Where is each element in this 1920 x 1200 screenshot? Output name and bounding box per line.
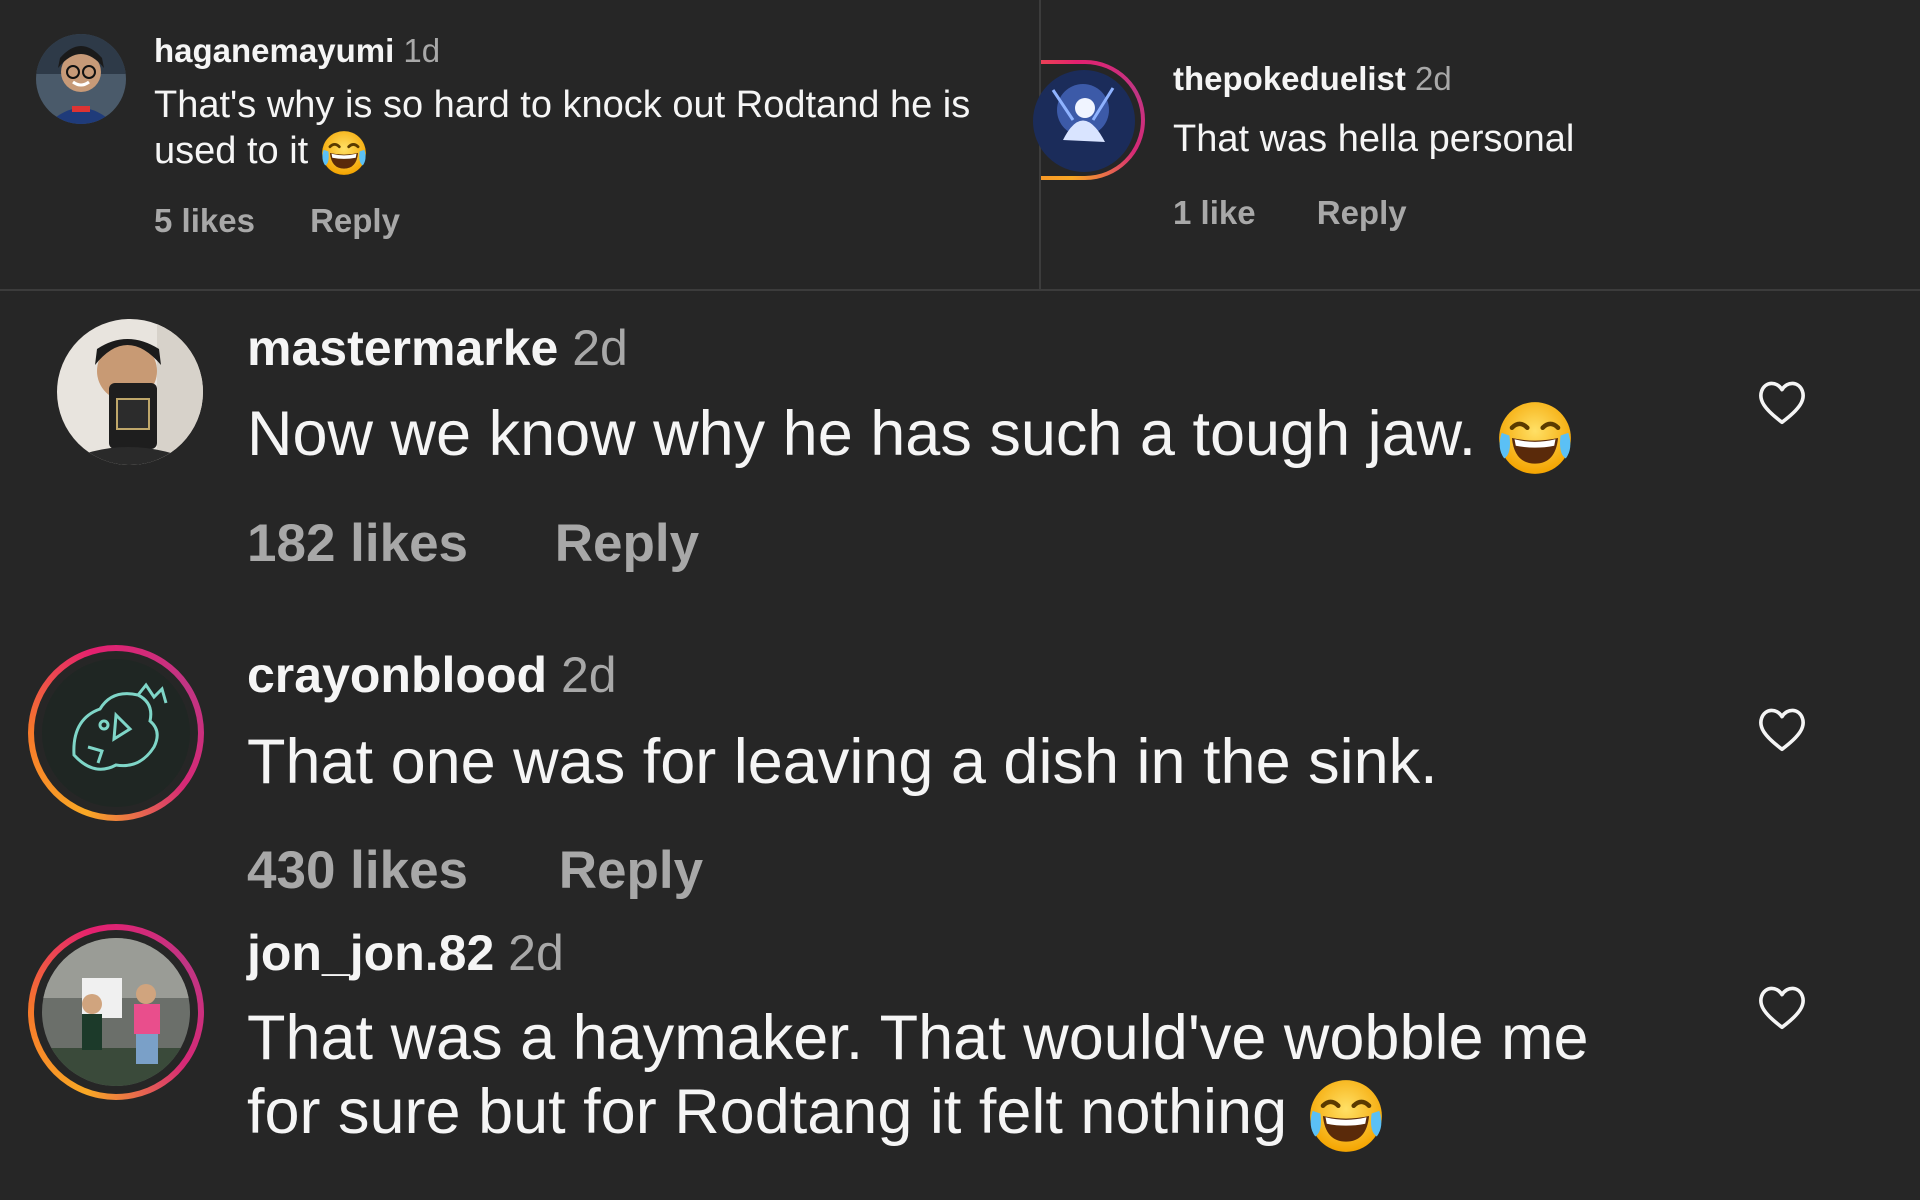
laughing-emoji-icon bbox=[319, 128, 369, 178]
comment-actions: 182 likes Reply bbox=[247, 513, 699, 574]
reply-button[interactable]: Reply bbox=[555, 513, 699, 574]
comment-text: That was a haymaker. That would've wobbl… bbox=[247, 1001, 1647, 1157]
comment-actions: 1 like Reply bbox=[1173, 194, 1407, 232]
heart-icon[interactable] bbox=[1755, 980, 1809, 1034]
comment-username[interactable]: haganemayumi 1d bbox=[154, 32, 440, 70]
comment-text: Now we know why he has such a tough jaw. bbox=[247, 397, 1697, 479]
laughing-emoji-icon bbox=[1494, 397, 1576, 479]
comment-time: 2d bbox=[1415, 60, 1452, 97]
reply-button[interactable]: Reply bbox=[310, 202, 400, 240]
comment-username[interactable]: crayonblood 2d bbox=[247, 646, 617, 704]
comment-card-haganemayumi: haganemayumi 1d That's why is so hard to… bbox=[0, 0, 1039, 289]
comment-time: 2d bbox=[560, 647, 617, 703]
comment-card-thepokeduelist: thepokeduelist 2d That was hella persona… bbox=[1033, 0, 1920, 289]
avatar[interactable] bbox=[42, 938, 190, 1086]
avatar[interactable] bbox=[57, 319, 203, 465]
avatar[interactable] bbox=[36, 34, 126, 124]
likes-count[interactable]: 1 like bbox=[1173, 194, 1256, 232]
likes-count[interactable]: 430 likes bbox=[247, 840, 468, 901]
avatar[interactable] bbox=[1033, 70, 1135, 172]
comment-text: That one was for leaving a dish in the s… bbox=[247, 727, 1438, 797]
heart-icon[interactable] bbox=[1755, 702, 1809, 756]
comment-actions: 5 likes Reply bbox=[154, 202, 400, 240]
comment-actions: 430 likes Reply bbox=[247, 840, 703, 901]
comment-username[interactable]: mastermarke 2d bbox=[247, 319, 628, 377]
comment-time: 2d bbox=[572, 320, 628, 376]
comments-list: mastermarke 2d Now we know why he has su… bbox=[0, 291, 1920, 1200]
comment-username[interactable]: jon_jon.82 2d bbox=[247, 924, 564, 982]
reply-button[interactable]: Reply bbox=[559, 840, 703, 901]
laughing-emoji-icon bbox=[1305, 1075, 1387, 1157]
comment-text: That's why is so hard to knock out Rodta… bbox=[154, 82, 1034, 178]
reply-button[interactable]: Reply bbox=[1317, 194, 1407, 232]
comment-time: 1d bbox=[403, 32, 441, 69]
heart-icon[interactable] bbox=[1755, 375, 1809, 429]
comment-time: 2d bbox=[508, 925, 564, 981]
comment-username[interactable]: thepokeduelist 2d bbox=[1173, 60, 1452, 98]
avatar[interactable] bbox=[42, 659, 190, 807]
likes-count[interactable]: 182 likes bbox=[247, 513, 468, 574]
likes-count[interactable]: 5 likes bbox=[154, 202, 255, 240]
comment-text: That was hella personal bbox=[1173, 118, 1575, 160]
